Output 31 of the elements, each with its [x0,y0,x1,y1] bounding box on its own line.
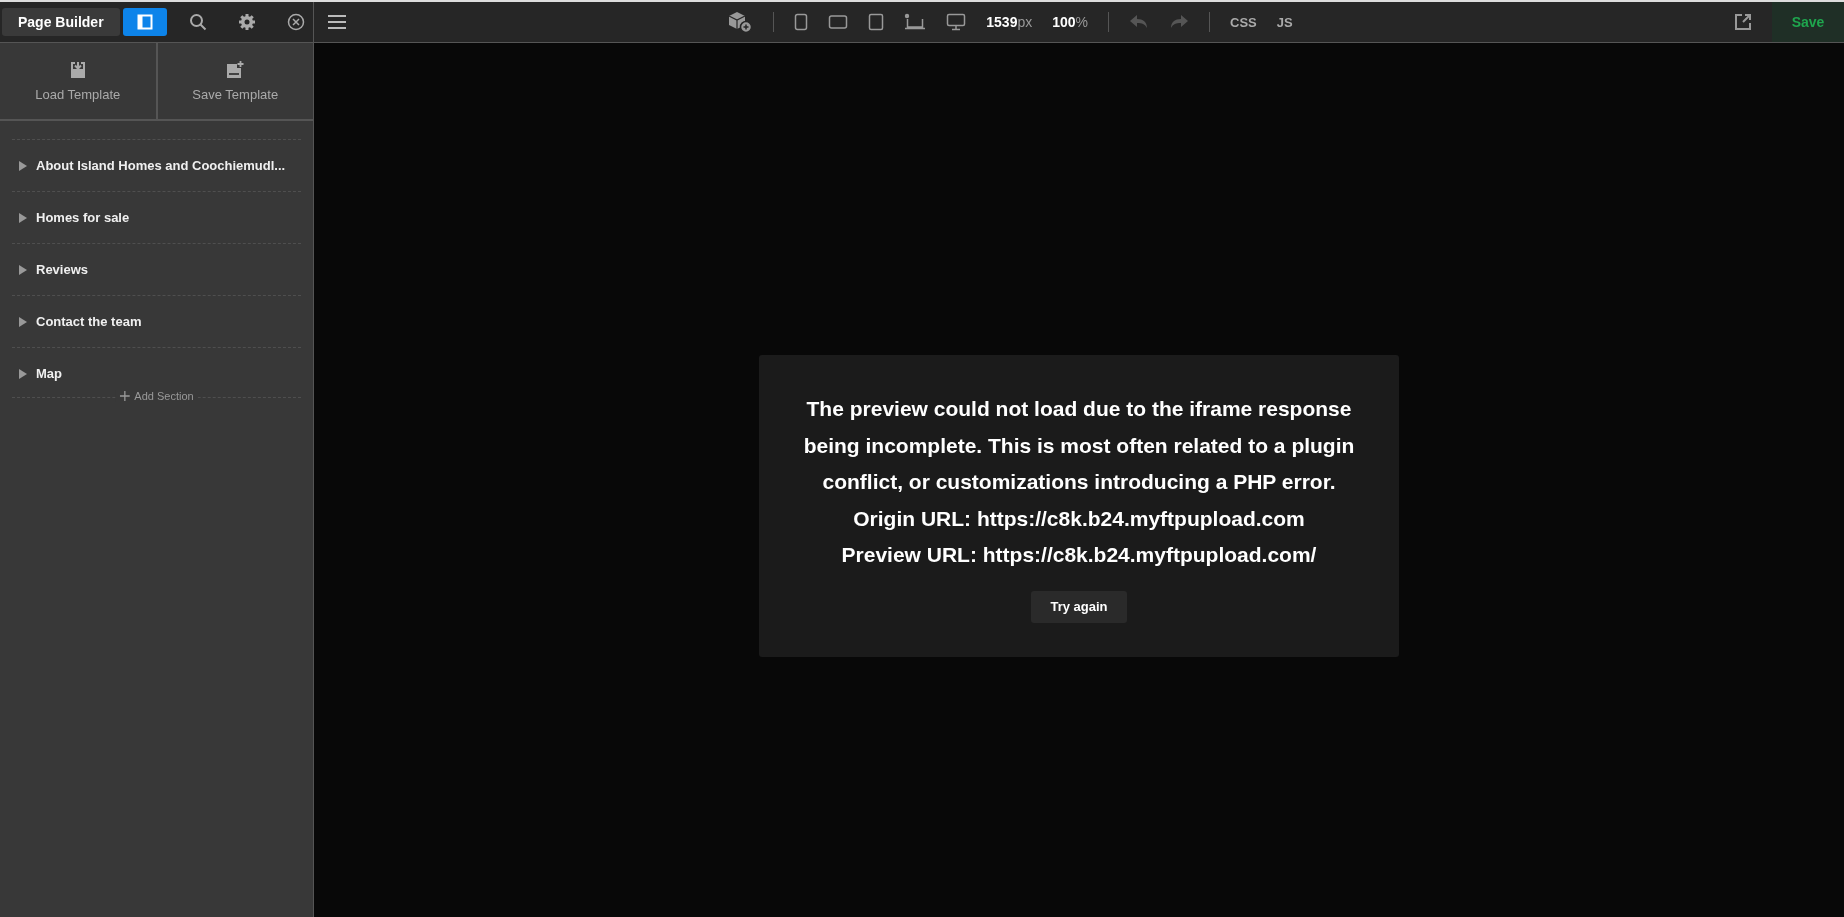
tablet-icon[interactable] [868,13,885,31]
viewport-width: 1539px [986,14,1033,30]
download-icon [69,60,86,79]
add-document-icon [226,60,245,79]
tablet-landscape-icon[interactable] [828,14,849,30]
try-again-button[interactable]: Try again [1031,590,1127,623]
plus-icon [119,391,130,401]
section-item[interactable]: Contact the team [12,295,301,347]
menu-icon[interactable] [328,15,346,29]
code-tab[interactable]: JS [1276,14,1293,30]
phone-icon[interactable] [794,13,809,31]
section-item[interactable]: Homes for sale [12,191,301,243]
code-tab[interactable]: CSS [1230,14,1257,30]
section-item[interactable]: Reviews [12,243,301,295]
desktop-icon[interactable] [946,13,967,31]
add-block-icon[interactable] [727,11,754,33]
page-builder-button[interactable]: Page Builder [2,8,120,36]
add-section-button[interactable]: Add Section [115,390,198,402]
sidebar-panel-icon [136,14,153,30]
search-icon[interactable] [188,13,207,31]
error-message: Origin URL: https://c8k.b24.myftpupload.com [852,505,1306,532]
settings-icon[interactable] [237,13,256,31]
save-button[interactable]: Save [1772,2,1844,42]
zoom-level: 100% [1052,14,1089,30]
error-message: The preview could not load due to the iframe response being incomplete. This is most often related to a plugin conflict, or customizations introducing a PHP error. [802,396,1356,496]
external-link-icon[interactable] [1734,13,1752,31]
section-item[interactable]: About Island Homes and Coochiemudl... [12,139,301,191]
error-message: Preview URL: https://c8k.b24.myftpupload.com/ [840,542,1318,569]
close-icon[interactable] [286,13,305,31]
sidebar-toggle-button[interactable] [122,8,167,36]
laptop-icon[interactable] [904,13,927,31]
